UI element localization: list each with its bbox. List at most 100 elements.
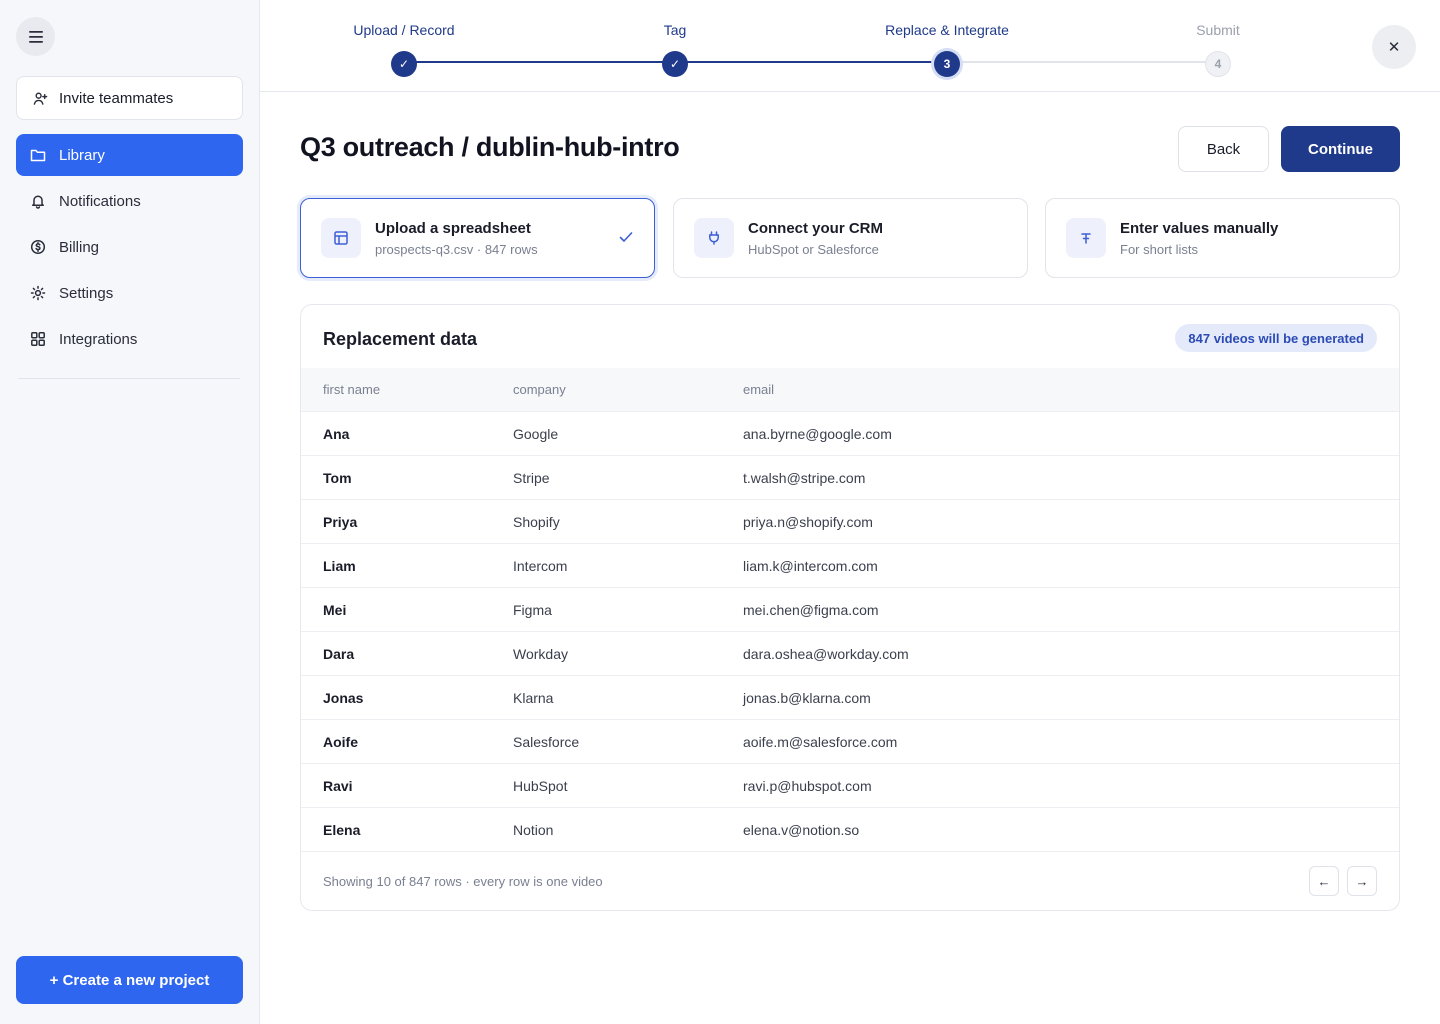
replacement-data-card: Replacement data 847 videos will be gene… [300, 304, 1400, 911]
menu-button[interactable] [16, 17, 55, 56]
sidebar-item-label: Notifications [59, 192, 141, 210]
user-plus-icon [33, 92, 48, 105]
table-body: Ana Google ana.byrne@google.com Tom Stri… [301, 412, 1399, 852]
table-row[interactable]: Jonas Klarna jonas.b@klarna.com [301, 676, 1399, 720]
sidebar-item-library[interactable]: Library [16, 134, 243, 176]
sidebar-item-label: Library [59, 146, 105, 164]
option-enter-manually[interactable]: Enter values manually For short lists [1045, 198, 1400, 278]
folder-icon [30, 149, 46, 162]
close-icon: ✕ [1387, 39, 1401, 56]
cell-first-name: Jonas [323, 689, 364, 706]
hamburger-icon [28, 30, 43, 43]
cell-email: mei.chen@figma.com [743, 601, 879, 618]
cell-first-name: Dara [323, 645, 355, 662]
option-connect-crm[interactable]: Connect your CRM HubSpot or Salesforce [673, 198, 1028, 278]
back-button[interactable]: Back [1178, 126, 1269, 172]
step-number: 4 [1205, 51, 1231, 77]
stepper-remaining-line [946, 61, 1218, 63]
option-title: Upload a spreadsheet [375, 219, 531, 237]
table-row[interactable]: Dara Workday dara.oshea@workday.com [301, 632, 1399, 676]
table-row[interactable]: Tom Stripe t.walsh@stripe.com [301, 456, 1399, 500]
table-row[interactable]: Liam Intercom liam.k@intercom.com [301, 544, 1399, 588]
previous-page-button[interactable]: ← [1309, 866, 1339, 896]
stepper-header: Upload / Record ✓ Tag ✓ Replace & Integr… [260, 0, 1440, 92]
step-label: Upload / Record [353, 22, 455, 38]
cell-email: priya.n@shopify.com [743, 513, 873, 530]
sidebar-nav: Library Notifications Billing Settings I… [16, 134, 243, 364]
video-count-badge: 847 videos will be generated [1175, 324, 1377, 352]
sidebar-divider [18, 378, 240, 379]
option-subtitle: For short lists [1120, 241, 1199, 257]
bell-icon [32, 195, 44, 209]
checkmark-icon [619, 232, 633, 242]
sidebar-item-label: Billing [59, 238, 100, 256]
table-row[interactable]: Ravi HubSpot ravi.p@hubspot.com [301, 764, 1399, 808]
cell-first-name: Ana [323, 425, 350, 442]
text-cursor-icon [1066, 218, 1106, 258]
cell-company: Shopify [513, 513, 560, 530]
cell-company: Google [513, 425, 559, 442]
plug-icon [694, 218, 734, 258]
step-label: Submit [1196, 22, 1240, 38]
table-row[interactable]: Elena Notion elena.v@notion.so [301, 808, 1399, 852]
sidebar-item-integrations[interactable]: Integrations [16, 318, 243, 360]
sidebar-item-label: Settings [59, 284, 114, 302]
table-icon [321, 218, 361, 258]
column-header-email[interactable]: email [743, 368, 774, 411]
cell-company: Klarna [513, 689, 554, 706]
cell-first-name: Elena [323, 821, 361, 838]
step-number: 3 [934, 51, 960, 77]
cell-first-name: Tom [323, 469, 352, 486]
invite-teammates-label: Invite teammates [59, 89, 174, 107]
card-title: Replacement data [323, 329, 478, 349]
sidebar-item-label: Integrations [59, 330, 138, 348]
step-label: Replace & Integrate [885, 22, 1009, 38]
check-icon: ✓ [391, 51, 417, 77]
cell-email: aoife.m@salesforce.com [743, 733, 898, 750]
dollar-icon [30, 239, 46, 255]
next-page-button[interactable]: → [1347, 866, 1377, 896]
table-header: first name company email [301, 368, 1399, 412]
sidebar-item-notifications[interactable]: Notifications [16, 180, 243, 222]
arrow-left-icon: ← [1317, 873, 1331, 889]
sidebar-item-billing[interactable]: Billing [16, 226, 243, 268]
cell-first-name: Aoife [323, 733, 358, 750]
create-project-button[interactable]: + Create a new project [16, 956, 243, 1004]
column-header-company[interactable]: company [513, 368, 566, 411]
cell-email: jonas.b@klarna.com [743, 689, 871, 706]
invite-teammates-button[interactable]: Invite teammates [16, 76, 243, 120]
option-title: Connect your CRM [748, 219, 883, 237]
cell-email: t.walsh@stripe.com [743, 469, 866, 486]
cell-company: Stripe [513, 469, 550, 486]
close-button[interactable]: ✕ [1372, 25, 1416, 69]
option-subtitle: HubSpot or Salesforce [748, 241, 879, 257]
arrow-right-icon: → [1355, 873, 1369, 889]
cell-email: dara.oshea@workday.com [743, 645, 909, 662]
column-header-first-name[interactable]: first name [323, 368, 380, 411]
page-title: Q3 outreach / dublin-hub-intro [300, 132, 680, 162]
cell-email: ana.byrne@google.com [743, 425, 892, 442]
cell-email: ravi.p@hubspot.com [743, 777, 872, 794]
cell-company: HubSpot [513, 777, 568, 794]
cell-first-name: Mei [323, 601, 347, 618]
table-footer-summary: Showing 10 of 847 rows · every row is on… [323, 874, 603, 889]
table-row[interactable]: Ana Google ana.byrne@google.com [301, 412, 1399, 456]
cell-first-name: Ravi [323, 777, 353, 794]
sidebar-item-settings[interactable]: Settings [16, 272, 243, 314]
grid-icon [31, 332, 45, 346]
cell-email: elena.v@notion.so [743, 821, 860, 838]
continue-button[interactable]: Continue [1281, 126, 1400, 172]
table-row[interactable]: Priya Shopify priya.n@shopify.com [301, 500, 1399, 544]
cell-first-name: Priya [323, 513, 358, 530]
cell-company: Salesforce [513, 733, 580, 750]
option-upload-spreadsheet[interactable]: Upload a spreadsheet prospects-q3.csv · … [300, 198, 655, 278]
table-row[interactable]: Aoife Salesforce aoife.m@salesforce.com [301, 720, 1399, 764]
cell-first-name: Liam [323, 557, 356, 574]
check-icon: ✓ [662, 51, 688, 77]
table-row[interactable]: Mei Figma mei.chen@figma.com [301, 588, 1399, 632]
option-title: Enter values manually [1120, 219, 1279, 237]
option-subtitle: prospects-q3.csv · 847 rows [375, 241, 538, 257]
cell-company: Intercom [513, 557, 568, 574]
step-label: Tag [663, 22, 687, 38]
cell-company: Workday [513, 645, 568, 662]
